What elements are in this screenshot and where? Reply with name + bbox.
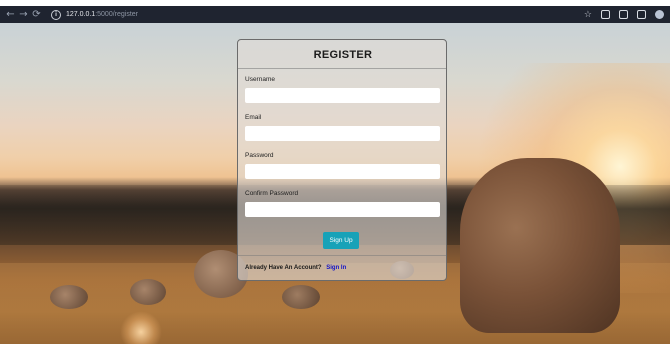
profile-icon[interactable] [655,10,664,19]
extension-icon[interactable] [601,10,610,19]
address-bar[interactable]: i 127.0.0.1 :5000/register [51,9,139,20]
hay-bale [282,285,320,309]
reload-icon[interactable]: ⟳ [30,9,43,20]
hay-bale-large [460,158,620,333]
confirm-password-input[interactable] [245,202,440,217]
email-label: Email [245,114,262,121]
password-label: Password [245,152,274,159]
page-title: REGISTER [313,49,373,61]
sign-in-link[interactable]: Sign In [326,265,346,271]
sign-up-button[interactable]: Sign Up [323,232,359,249]
forward-arrow-icon[interactable]: → [17,9,30,20]
puzzle-icon[interactable] [619,10,628,19]
signin-prompt: Already Have An Account? Sign In [245,265,346,271]
account-prompt-text: Already Have An Account? [245,265,322,271]
username-label: Username [245,76,275,83]
browser-nav: ← → ⟳ [4,9,43,20]
url-path: :5000/register [95,11,139,18]
browser-actions: ☆ [584,6,664,23]
divider [238,68,446,69]
register-card: REGISTER Username Email Password Confirm… [237,39,447,281]
confirm-password-label: Confirm Password [245,190,299,197]
star-icon[interactable]: ☆ [584,10,592,20]
back-arrow-icon[interactable]: ← [4,9,17,20]
sidebar-icon[interactable] [637,10,646,19]
url-host: 127.0.0.1 [66,11,96,18]
email-input[interactable] [245,126,440,141]
hay-bale [130,279,166,305]
username-input[interactable] [245,88,440,103]
password-input[interactable] [245,164,440,179]
divider [238,255,446,256]
hay-bale [50,285,88,309]
browser-toolbar: ← → ⟳ i 127.0.0.1 :5000/register ☆ [0,6,670,23]
info-icon[interactable]: i [51,9,61,20]
